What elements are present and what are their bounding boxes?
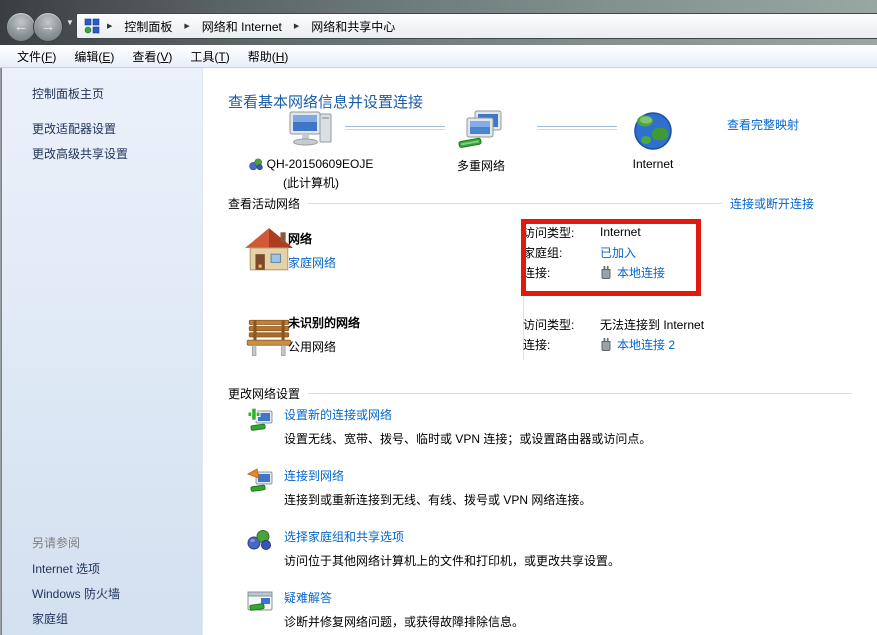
recent-pages-dropdown[interactable]: ▼ [66, 18, 74, 27]
change-settings-title: 更改网络设置 [228, 385, 300, 402]
home-network-location-link[interactable]: 家庭网络 [288, 254, 336, 271]
see-full-map-link[interactable]: 查看完整映射 [727, 116, 799, 133]
see-also-header: 另请参阅 [32, 534, 80, 551]
network-sharing-center-window: ← → ▼ ▶ 控制面板 ▶ 网络和 Internet ▶ 网络和共享中心 文件… [0, 0, 877, 635]
section-rule [308, 393, 852, 394]
internet-label: Internet [617, 157, 689, 171]
map-node-multiple-networks: 多重网络 [431, 108, 531, 174]
connections-label: 连接: [523, 336, 600, 353]
access-type-label: 访问类型: [523, 224, 600, 241]
network-details: 访问类型: Internet 家庭组: 已加入 连接: 本地连接 [523, 222, 665, 282]
homegroup-label: 家庭组: [523, 244, 600, 261]
list-item: 连接到网络 连接到或重新连接到无线、有线、拨号或 VPN 网络连接。 [247, 467, 862, 508]
network-name: 网络 [288, 230, 312, 247]
access-type-label: 访问类型: [523, 316, 600, 333]
connect-to-network-desc: 连接到或重新连接到无线、有线、拨号或 VPN 网络连接。 [284, 491, 591, 508]
menu-edit[interactable]: 编辑(E) [65, 45, 123, 68]
connect-to-network-icon [247, 467, 273, 493]
sidebar-item-change-advanced-sharing[interactable]: 更改高级共享设置 [32, 145, 128, 162]
multiple-networks-label: 多重网络 [431, 157, 531, 174]
map-node-computer: QH-20150609EOJE (此计算机) [231, 108, 391, 191]
menu-tools[interactable]: 工具(T) [181, 45, 238, 68]
setup-new-connection-desc: 设置无线、宽带、拨号、临时或 VPN 连接；或设置路由器或访问点。 [284, 430, 651, 447]
homegroup-options-icon [247, 528, 273, 554]
task-pane: 控制面板主页 更改适配器设置 更改高级共享设置 另请参阅 Internet 选项… [2, 68, 203, 635]
sidebar-item-windows-firewall[interactable]: Windows 防火墙 [32, 585, 120, 602]
public-network-bench-icon [244, 316, 294, 360]
back-button[interactable]: ← [6, 12, 36, 42]
multiple-networks-icon[interactable] [457, 108, 505, 154]
local-connection-link[interactable]: 本地连接 [617, 264, 665, 281]
list-item: 设置新的连接或网络 设置无线、宽带、拨号、临时或 VPN 连接；或设置路由器或访… [247, 406, 862, 447]
list-item: 疑难解答 诊断并修复网络问题，或获得故障排除信息。 [247, 589, 862, 630]
menu-view[interactable]: 查看(V) [123, 45, 181, 68]
setup-new-connection-link[interactable]: 设置新的连接或网络 [284, 406, 651, 423]
network-row-home: 网络 家庭网络 访问类型: Internet 家庭组: 已加入 连接: [228, 218, 873, 310]
computer-icon[interactable] [287, 108, 335, 154]
new-connection-icon [247, 406, 273, 432]
internet-globe-icon[interactable] [632, 108, 674, 154]
forward-arrow-icon: → [41, 18, 56, 35]
homegroup-joined-link[interactable]: 已加入 [600, 244, 636, 261]
connect-disconnect-link[interactable]: 连接或断开连接 [730, 195, 814, 212]
active-networks-section-header: 查看活动网络 连接或断开连接 [228, 195, 814, 211]
ethernet-plug-icon [600, 337, 612, 351]
local-connection-2-link[interactable]: 本地连接 2 [617, 336, 675, 353]
network-sharing-center-icon [84, 18, 100, 34]
change-settings-section-header: 更改网络设置 [228, 385, 860, 401]
menu-help[interactable]: 帮助(H) [239, 45, 298, 68]
breadcrumb-network-internet[interactable]: 网络和 Internet [197, 16, 287, 37]
sidebar-item-control-panel-home[interactable]: 控制面板主页 [32, 85, 104, 102]
homegroup-balls-icon [249, 158, 263, 171]
menu-bar: 文件(F) 编辑(E) 查看(V) 工具(T) 帮助(H) [0, 45, 877, 68]
this-computer-label: (此计算机) [231, 174, 391, 191]
breadcrumb-control-panel[interactable]: 控制面板 [119, 16, 177, 37]
ethernet-plug-icon [600, 265, 612, 279]
map-connector-line [345, 126, 445, 130]
menu-file[interactable]: 文件(F) [8, 45, 65, 68]
map-node-internet: Internet [617, 108, 689, 171]
choose-homegroup-link[interactable]: 选择家庭组和共享选项 [284, 528, 620, 545]
breadcrumb-network-sharing-center[interactable]: 网络和共享中心 [306, 16, 400, 37]
sidebar-item-change-adapter-settings[interactable]: 更改适配器设置 [32, 120, 116, 137]
network-name: 未识别的网络 [288, 314, 360, 331]
access-type-value: 无法连接到 Internet [600, 316, 704, 333]
address-bar: ▶ 控制面板 ▶ 网络和 Internet ▶ 网络和共享中心 [76, 13, 877, 39]
list-item: 选择家庭组和共享选项 访问位于其他网络计算机上的文件和打印机，或更改共享设置。 [247, 528, 862, 569]
home-network-icon [244, 226, 294, 274]
network-details: 访问类型: 无法连接到 Internet 连接: 本地连接 2 [523, 314, 704, 354]
breadcrumb-arrow-icon: ▶ [292, 22, 301, 30]
sidebar-item-internet-options[interactable]: Internet 选项 [32, 560, 100, 577]
active-networks-title: 查看活动网络 [228, 195, 300, 212]
forward-button[interactable]: → [33, 12, 63, 42]
troubleshoot-icon [247, 589, 273, 615]
computer-name-label: QH-20150609EOJE [267, 157, 374, 171]
troubleshoot-desc: 诊断并修复网络问题，或获得故障排除信息。 [284, 613, 524, 630]
back-arrow-icon: ← [14, 18, 29, 35]
main-content: 查看基本网络信息并设置连接 查看完整映射 QH-20150609EOJE [203, 68, 877, 635]
title-glass-bar: ← → ▼ ▶ 控制面板 ▶ 网络和 Internet ▶ 网络和共享中心 [0, 0, 877, 45]
access-type-value: Internet [600, 225, 641, 239]
public-network-location: 公用网络 [288, 338, 336, 355]
connect-to-network-link[interactable]: 连接到网络 [284, 467, 591, 484]
sidebar-item-homegroup[interactable]: 家庭组 [32, 610, 68, 627]
connections-label: 连接: [523, 264, 600, 281]
choose-homegroup-desc: 访问位于其他网络计算机上的文件和打印机，或更改共享设置。 [284, 552, 620, 569]
troubleshoot-link[interactable]: 疑难解答 [284, 589, 524, 606]
settings-list: 设置新的连接或网络 设置无线、宽带、拨号、临时或 VPN 连接；或设置路由器或访… [247, 406, 862, 635]
map-connector-line [537, 126, 617, 130]
breadcrumb-arrow-icon: ▶ [105, 22, 114, 30]
network-row-unidentified: 未识别的网络 公用网络 访问类型: 无法连接到 Internet 连接: 本地连… [228, 308, 873, 370]
section-rule [308, 203, 722, 204]
breadcrumb-arrow-icon: ▶ [182, 22, 191, 30]
